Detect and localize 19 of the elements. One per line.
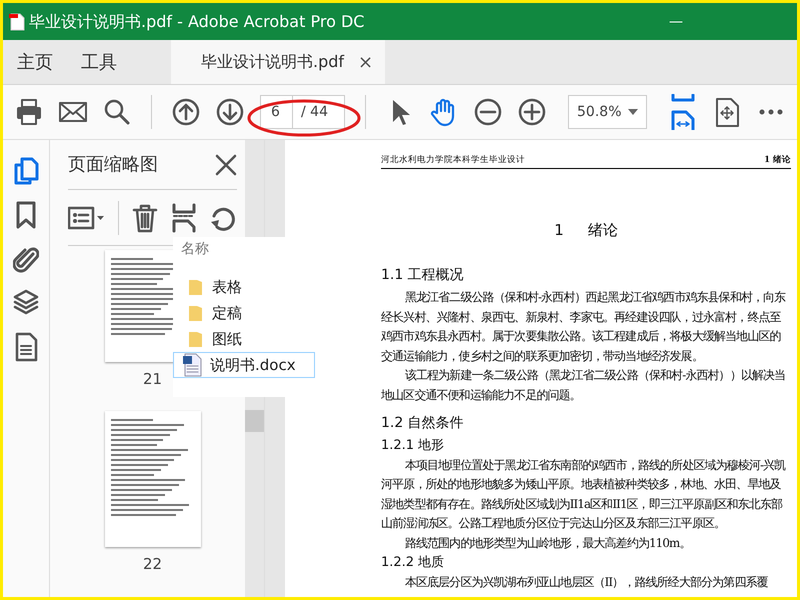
section-heading: 1.2 自然条件 — [381, 414, 465, 434]
panel-title: 页面缩略图 — [68, 153, 158, 177]
column-header: 名称 — [180, 240, 210, 259]
chapter-number: 1 — [554, 220, 564, 241]
page-number-label: 21 — [142, 369, 162, 390]
paragraph: 本区底层分区为兴凯湖布列亚山地层区（II），路线所经大部分为第四系覆 — [404, 574, 769, 591]
page-total: / 44 — [300, 102, 329, 122]
paragraph: 该工程为新建一条二级公路（黑龙江省二级公路（保和村-永西村））以解决当地山区交通不便和运输能力不足的问题。 — [381, 367, 786, 404]
chapter-title: 绪论 — [588, 220, 618, 241]
subsection-heading: 1.2.1 地形 — [381, 437, 446, 456]
page-header-text: 1 绪论 — [764, 154, 791, 167]
subsection-heading: 1.2.2 地质 — [381, 554, 446, 572]
page-header-text: 河北水利电力学院本科学生毕业设计 — [381, 154, 525, 167]
paragraph: 路线范围内的地形类型为山岭地形，最大高差约为110m。 — [404, 534, 692, 552]
section-heading: 1.1 工程概况 — [381, 266, 465, 286]
paragraph: 黑龙江省二级公路（保和村-永西村）西起黑龙江省鸡西市鸡东县保和村，向东经长兴村、兴隆村、泉西屯、新泉村、李家屯。再经建设四队，过永富村，终点至鸡西市鸡东县永西村。属于次要集散公路。该工程建成后，将极大缓解当地山区的交通运输能力，使乡村之间的联系更加密切，带动当地经济发展。 — [381, 289, 786, 365]
page-number-label: 22 — [142, 554, 162, 574]
paragraph: 本项目地理位置处于黑龙江省东南部的鸡西市，路线的所处区域为穆棱河-兴凯河平原，所处的地形地貌多为矮山平原。地表植被种类较多，林地、水田、旱地及湿地类型都有存在。路线所处区域划为II1a区和II1区，即三江平原副区和东北东部山前湿润冻区。公路工程地质分区位于完达山分区及东部三江平原区。 — [381, 456, 786, 532]
window-title: 毕业设计说明书.pdf - Adobe Acrobat Pro DC — [29, 10, 364, 32]
